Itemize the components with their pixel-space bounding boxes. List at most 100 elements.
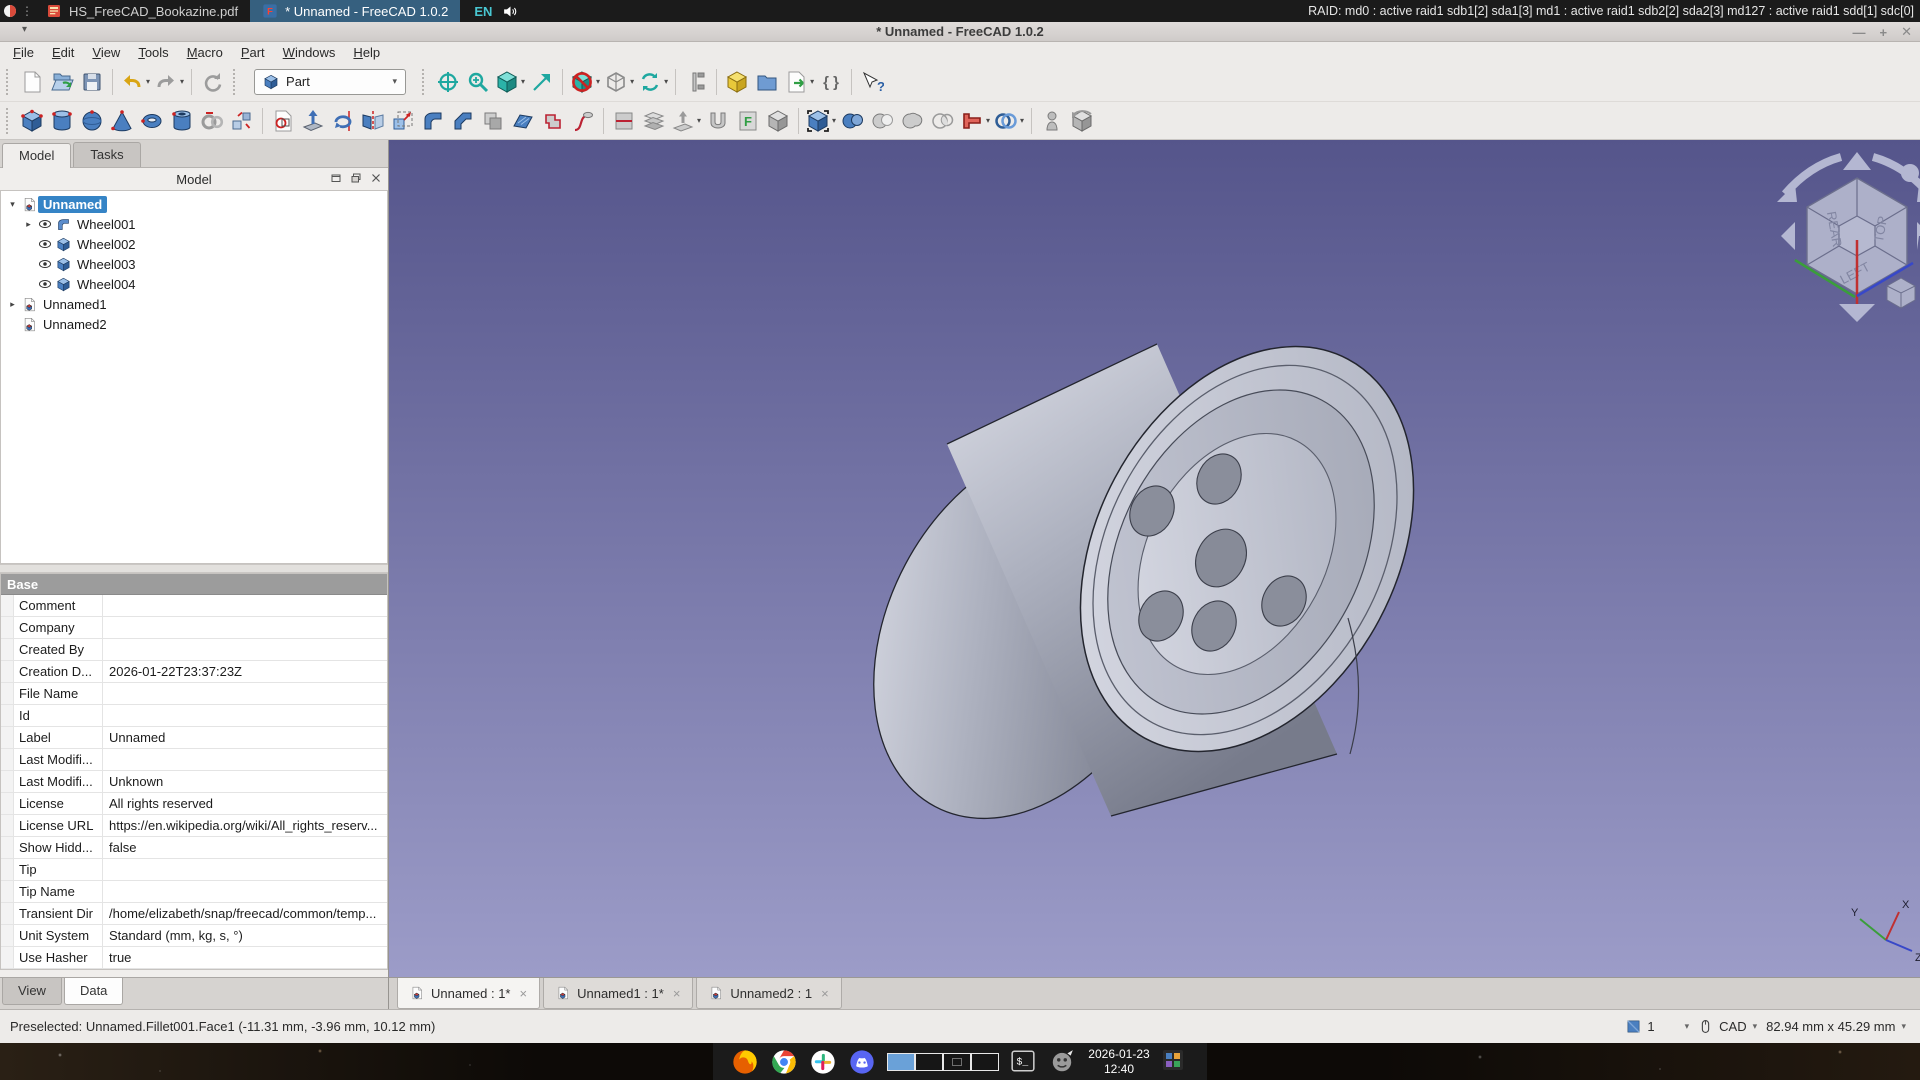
toolbar-grip[interactable]	[6, 69, 13, 95]
tree-item-label[interactable]: Unnamed	[38, 196, 107, 213]
nav-style-caret-icon[interactable]: ▾	[1753, 1021, 1758, 1032]
create-group-button[interactable]	[752, 66, 782, 98]
new-document-button[interactable]	[17, 66, 47, 98]
rotation-mode-button[interactable]: ▾	[636, 66, 670, 98]
appearance-button[interactable]	[722, 66, 752, 98]
overflow-menu-icon[interactable]: ⋮	[20, 4, 34, 18]
workspace-1[interactable]	[887, 1053, 915, 1071]
app-grid-icon[interactable]	[1161, 1048, 1189, 1076]
tab-view[interactable]: View	[2, 978, 62, 1005]
property-row[interactable]: License URLhttps://en.wikipedia.org/wiki…	[1, 815, 387, 837]
tree-item-label[interactable]: Wheel004	[72, 276, 141, 293]
tree-item[interactable]: ▾ Unnamed	[1, 194, 387, 214]
property-value[interactable]	[103, 881, 387, 902]
offset-3d-button[interactable]: ▾	[669, 105, 703, 137]
property-value[interactable]	[103, 749, 387, 770]
tree-expander-icon[interactable]: ▾	[5, 199, 20, 210]
property-row[interactable]: Creation D...2026-01-22T23:37:23Z	[1, 661, 387, 683]
taskbar-window-button-0[interactable]: HS_FreeCAD_Bookazine.pdf	[34, 0, 250, 22]
maximize-button[interactable]: +	[1880, 25, 1888, 40]
fillet-button[interactable]	[418, 105, 448, 137]
thickness-button[interactable]	[703, 105, 733, 137]
panel-splitter[interactable]	[0, 564, 388, 573]
close-button[interactable]: ✕	[1901, 24, 1912, 40]
tree-expander-icon[interactable]: ▸	[5, 299, 20, 310]
menu-macro[interactable]: Macro	[178, 44, 232, 61]
tree-item[interactable]: ▸Unnamed1	[1, 294, 387, 314]
property-row[interactable]: LicenseAll rights reserved	[1, 793, 387, 815]
toolbar-grip[interactable]	[422, 69, 429, 95]
taskbar-window-button-1[interactable]: F* Unnamed - FreeCAD 1.0.2	[250, 0, 460, 22]
discord-icon[interactable]	[848, 1048, 876, 1076]
create-new-view-button[interactable]	[527, 66, 557, 98]
chrome-icon[interactable]	[770, 1048, 798, 1076]
workspace-3[interactable]	[943, 1053, 971, 1071]
dropdown-arrow-icon[interactable]: ▾	[986, 116, 990, 125]
property-row[interactable]: Last Modifi...	[1, 749, 387, 771]
dropdown-arrow-icon[interactable]: ▾	[146, 77, 150, 86]
axonometric-view-button[interactable]: ▾	[493, 66, 527, 98]
compound-tools-button[interactable]: ▾	[804, 105, 838, 137]
tree-item-label[interactable]: Wheel003	[72, 256, 141, 273]
projection-on-surface-button[interactable]: F	[733, 105, 763, 137]
dropdown-arrow-icon[interactable]: ▾	[596, 77, 600, 86]
property-row[interactable]: LabelUnnamed	[1, 727, 387, 749]
mdi-tab-1[interactable]: Unnamed1 : 1*×	[543, 978, 693, 1009]
workbench-selector[interactable]: Part▾	[254, 69, 406, 95]
property-value[interactable]	[103, 705, 387, 726]
property-value[interactable]: Unnamed	[103, 727, 387, 748]
section-button[interactable]	[609, 105, 639, 137]
panel-float-icon[interactable]	[350, 171, 362, 189]
sphere-primitive-button[interactable]	[77, 105, 107, 137]
property-row[interactable]: Unit SystemStandard (mm, kg, s, °)	[1, 925, 387, 947]
measure-button[interactable]	[681, 66, 711, 98]
redo-button[interactable]: ▾	[152, 66, 186, 98]
scale-button[interactable]	[388, 105, 418, 137]
property-value[interactable]	[103, 683, 387, 704]
dimensions-caret-icon[interactable]: ▾	[1901, 1021, 1906, 1032]
property-value[interactable]: 2026-01-22T23:37:23Z	[103, 661, 387, 682]
property-value[interactable]: true	[103, 947, 387, 968]
chamfer-button[interactable]	[448, 105, 478, 137]
tube-primitive-button[interactable]	[167, 105, 197, 137]
mdi-tab-2[interactable]: Unnamed2 : 1×	[696, 978, 841, 1009]
dropdown-arrow-icon[interactable]: ▾	[832, 116, 836, 125]
ruled-surface-button[interactable]	[508, 105, 538, 137]
property-row[interactable]: Id	[1, 705, 387, 727]
expression-editor-button[interactable]: { }	[816, 66, 846, 98]
tree-item-label[interactable]: Wheel001	[72, 216, 141, 233]
tab-model[interactable]: Model	[2, 143, 71, 168]
property-value[interactable]	[103, 639, 387, 660]
property-row[interactable]: File Name	[1, 683, 387, 705]
tree-item[interactable]: Wheel003	[1, 254, 387, 274]
slack-icon[interactable]	[809, 1048, 837, 1076]
property-value[interactable]: All rights reserved	[103, 793, 387, 814]
panel-close-icon[interactable]	[370, 171, 382, 189]
property-value[interactable]: Standard (mm, kg, s, °)	[103, 925, 387, 946]
shape-builder-button[interactable]	[227, 105, 257, 137]
menu-edit[interactable]: Edit	[43, 44, 83, 61]
property-value[interactable]: Unknown	[103, 771, 387, 792]
mdi-tab-close-icon[interactable]: ×	[821, 986, 829, 1001]
dropdown-arrow-icon[interactable]: ▾	[521, 77, 525, 86]
view-dimensions-selector[interactable]: 82.94 mm x 45.29 mm ▾	[1766, 1019, 1906, 1034]
refresh-button[interactable]	[197, 66, 227, 98]
boolean-operation-button[interactable]	[838, 105, 868, 137]
boolean-intersection-button[interactable]	[928, 105, 958, 137]
mdi-tab-close-icon[interactable]: ×	[520, 986, 528, 1001]
defeaturing-button[interactable]	[1067, 105, 1097, 137]
menu-file[interactable]: File	[4, 44, 43, 61]
cylinder-primitive-button[interactable]	[47, 105, 77, 137]
cross-sections-button[interactable]	[639, 105, 669, 137]
menu-windows[interactable]: Windows	[274, 44, 345, 61]
join-tools-button[interactable]: ▾	[992, 105, 1026, 137]
mdi-tab-0[interactable]: Unnamed : 1*×	[397, 978, 540, 1009]
tab-tasks[interactable]: Tasks	[73, 142, 140, 167]
boolean-cut-button[interactable]	[868, 105, 898, 137]
tab-data[interactable]: Data	[64, 978, 123, 1005]
revolve-button[interactable]	[328, 105, 358, 137]
gimp-icon[interactable]	[1049, 1048, 1077, 1076]
workspace-2[interactable]	[915, 1053, 943, 1071]
tree-item-label[interactable]: Wheel002	[72, 236, 141, 253]
torus-primitive-button[interactable]	[137, 105, 167, 137]
